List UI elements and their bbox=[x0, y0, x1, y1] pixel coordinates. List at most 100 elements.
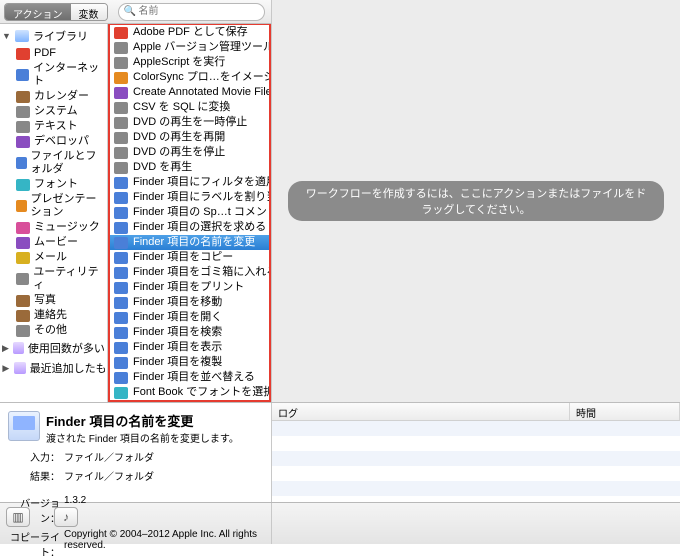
table-row bbox=[272, 421, 680, 436]
action-icon bbox=[114, 237, 128, 249]
action-label: Finder 項目をゴミ箱に入れる bbox=[133, 266, 269, 279]
log-panel: ログ 時間 bbox=[272, 403, 680, 502]
sidebar-item-label: 写真 bbox=[34, 294, 56, 307]
action-item[interactable]: Finder 項目の名前を変更 bbox=[110, 235, 269, 250]
log-col-log[interactable]: ログ bbox=[272, 403, 570, 420]
action-item[interactable]: Finder 項目の Sp…t コメントを設定 bbox=[110, 205, 269, 220]
sidebar-item[interactable]: インターネット bbox=[0, 61, 107, 89]
action-icon bbox=[114, 222, 128, 234]
sidebar-item[interactable]: 連絡先 bbox=[0, 308, 107, 323]
sidebar-item[interactable]: その他 bbox=[0, 323, 107, 338]
category-icon bbox=[16, 106, 30, 118]
log-table-header: ログ 時間 bbox=[272, 403, 680, 421]
sidebar-item[interactable]: フォント bbox=[0, 177, 107, 192]
sidebar-item[interactable]: デベロッパ bbox=[0, 134, 107, 149]
action-label: Finder 項目にフィルタを適用 bbox=[133, 176, 269, 189]
action-item[interactable]: CSV を SQL に変換 bbox=[110, 100, 269, 115]
action-label: DVD の再生を停止 bbox=[133, 146, 225, 159]
action-label: Adobe PDF として保存 bbox=[133, 26, 248, 39]
sidebar-item[interactable]: ファイルとフォルダ bbox=[0, 149, 107, 177]
tab-actions[interactable]: アクション bbox=[5, 4, 71, 20]
action-item[interactable]: Finder 項目にフィルタを適用 bbox=[110, 175, 269, 190]
action-item[interactable]: AppleScript を実行 bbox=[110, 55, 269, 70]
sidebar-item[interactable]: カレンダー bbox=[0, 89, 107, 104]
action-item[interactable]: ColorSync プロ…をイメージに適用 bbox=[110, 70, 269, 85]
category-icon bbox=[16, 200, 27, 212]
search-input[interactable] bbox=[118, 3, 266, 21]
disclosure-triangle-icon[interactable]: ▼ bbox=[2, 31, 11, 41]
action-label: CSV を SQL に変換 bbox=[133, 101, 230, 114]
action-icon bbox=[114, 57, 128, 69]
workflow-canvas[interactable]: ワークフローを作成するには、ここにアクションまたはファイルをドラッグしてください… bbox=[272, 0, 680, 402]
canvas-placeholder: ワークフローを作成するには、ここにアクションまたはファイルをドラッグしてください… bbox=[288, 181, 664, 221]
action-icon bbox=[114, 147, 128, 159]
disclosure-triangle-icon[interactable]: ▶ bbox=[2, 343, 9, 354]
action-item[interactable]: Finder 項目をコピー bbox=[110, 250, 269, 265]
action-icon bbox=[114, 372, 128, 384]
table-row bbox=[272, 451, 680, 466]
tab-variables[interactable]: 変数 bbox=[71, 4, 107, 20]
sidebar-item-label: テキスト bbox=[34, 120, 78, 133]
action-item[interactable]: Finder 項目を表示 bbox=[110, 340, 269, 355]
action-label: Finder 項目を移動 bbox=[133, 296, 222, 309]
action-icon bbox=[114, 162, 128, 174]
sidebar-item[interactable]: メール bbox=[0, 250, 107, 265]
action-icon bbox=[114, 267, 128, 279]
sidebar-item[interactable]: システム bbox=[0, 104, 107, 119]
action-item[interactable]: Finder 項目を開く bbox=[110, 310, 269, 325]
sidebar-most-used[interactable]: ▶ 使用回数が多いもの bbox=[0, 338, 107, 358]
action-label: Finder 項目の名前を変更 bbox=[133, 236, 255, 249]
category-icon bbox=[16, 157, 27, 169]
action-item[interactable]: Finder 項目を検索 bbox=[110, 325, 269, 340]
action-item[interactable]: Finder 項目をゴミ箱に入れる bbox=[110, 265, 269, 280]
finder-icon bbox=[8, 411, 40, 441]
action-label: DVD の再生を一時停止 bbox=[133, 116, 247, 129]
category-icon bbox=[16, 252, 30, 264]
action-label: Finder 項目の Sp…t コメントを設定 bbox=[133, 206, 269, 219]
action-item[interactable]: Finder 項目の選択を求める bbox=[110, 220, 269, 235]
action-item[interactable]: Finder 項目を並べ替える bbox=[110, 370, 269, 385]
sidebar-library-header[interactable]: ▼ ライブラリ bbox=[0, 26, 107, 46]
category-icon bbox=[16, 121, 30, 133]
sidebar-item[interactable]: PDF bbox=[0, 46, 107, 61]
tab-segmented[interactable]: アクション 変数 bbox=[4, 3, 108, 21]
action-item[interactable]: Font Book でフォントを選択 bbox=[110, 385, 269, 400]
sidebar-item[interactable]: プレゼンテーション bbox=[0, 192, 107, 220]
sidebar-item[interactable]: テキスト bbox=[0, 119, 107, 134]
bottom-toolbar: ▥ ♪ bbox=[0, 502, 680, 544]
sidebar-recent[interactable]: ▶ 最近追加したもの bbox=[0, 358, 107, 378]
action-item[interactable]: Adobe PDF として保存 bbox=[110, 25, 269, 40]
action-item[interactable]: DVD の再生を再開 bbox=[110, 130, 269, 145]
action-icon bbox=[114, 387, 128, 399]
action-icon bbox=[114, 297, 128, 309]
action-icon bbox=[114, 402, 128, 403]
sidebar-item[interactable]: 写真 bbox=[0, 293, 107, 308]
category-icon bbox=[16, 91, 30, 103]
show-library-button[interactable]: ▥ bbox=[6, 507, 30, 527]
media-button[interactable]: ♪ bbox=[54, 507, 78, 527]
sidebar-item-label: ファイルとフォルダ bbox=[31, 150, 105, 176]
action-icon bbox=[114, 207, 128, 219]
log-col-time[interactable]: 時間 bbox=[570, 403, 680, 420]
action-label: Finder 項目を複製 bbox=[133, 356, 222, 369]
disclosure-triangle-icon[interactable]: ▶ bbox=[2, 363, 10, 374]
action-item[interactable]: DVD の再生を停止 bbox=[110, 145, 269, 160]
table-row bbox=[272, 466, 680, 481]
sidebar-item-label: フォント bbox=[34, 178, 78, 191]
action-item[interactable]: DVD を再生 bbox=[110, 160, 269, 175]
action-item[interactable]: Finder 項目にラベルを割り当てる bbox=[110, 190, 269, 205]
sidebar-library-label: ライブラリ bbox=[33, 28, 88, 44]
sidebar-item[interactable]: ミュージック bbox=[0, 220, 107, 235]
action-item[interactable]: Font Book 項目にフィルタを適用 bbox=[110, 400, 269, 402]
action-item[interactable]: Create Annotated Movie File bbox=[110, 85, 269, 100]
action-icon bbox=[114, 327, 128, 339]
action-item[interactable]: Finder 項目を複製 bbox=[110, 355, 269, 370]
action-label: Finder 項目をプリント bbox=[133, 281, 244, 294]
sidebar-item[interactable]: ムービー bbox=[0, 235, 107, 250]
action-item[interactable]: Apple バージョン管理ツール bbox=[110, 40, 269, 55]
sidebar-item[interactable]: ユーティリティ bbox=[0, 265, 107, 293]
action-item[interactable]: DVD の再生を一時停止 bbox=[110, 115, 269, 130]
action-item[interactable]: Finder 項目をプリント bbox=[110, 280, 269, 295]
action-item[interactable]: Finder 項目を移動 bbox=[110, 295, 269, 310]
category-icon bbox=[16, 222, 30, 234]
